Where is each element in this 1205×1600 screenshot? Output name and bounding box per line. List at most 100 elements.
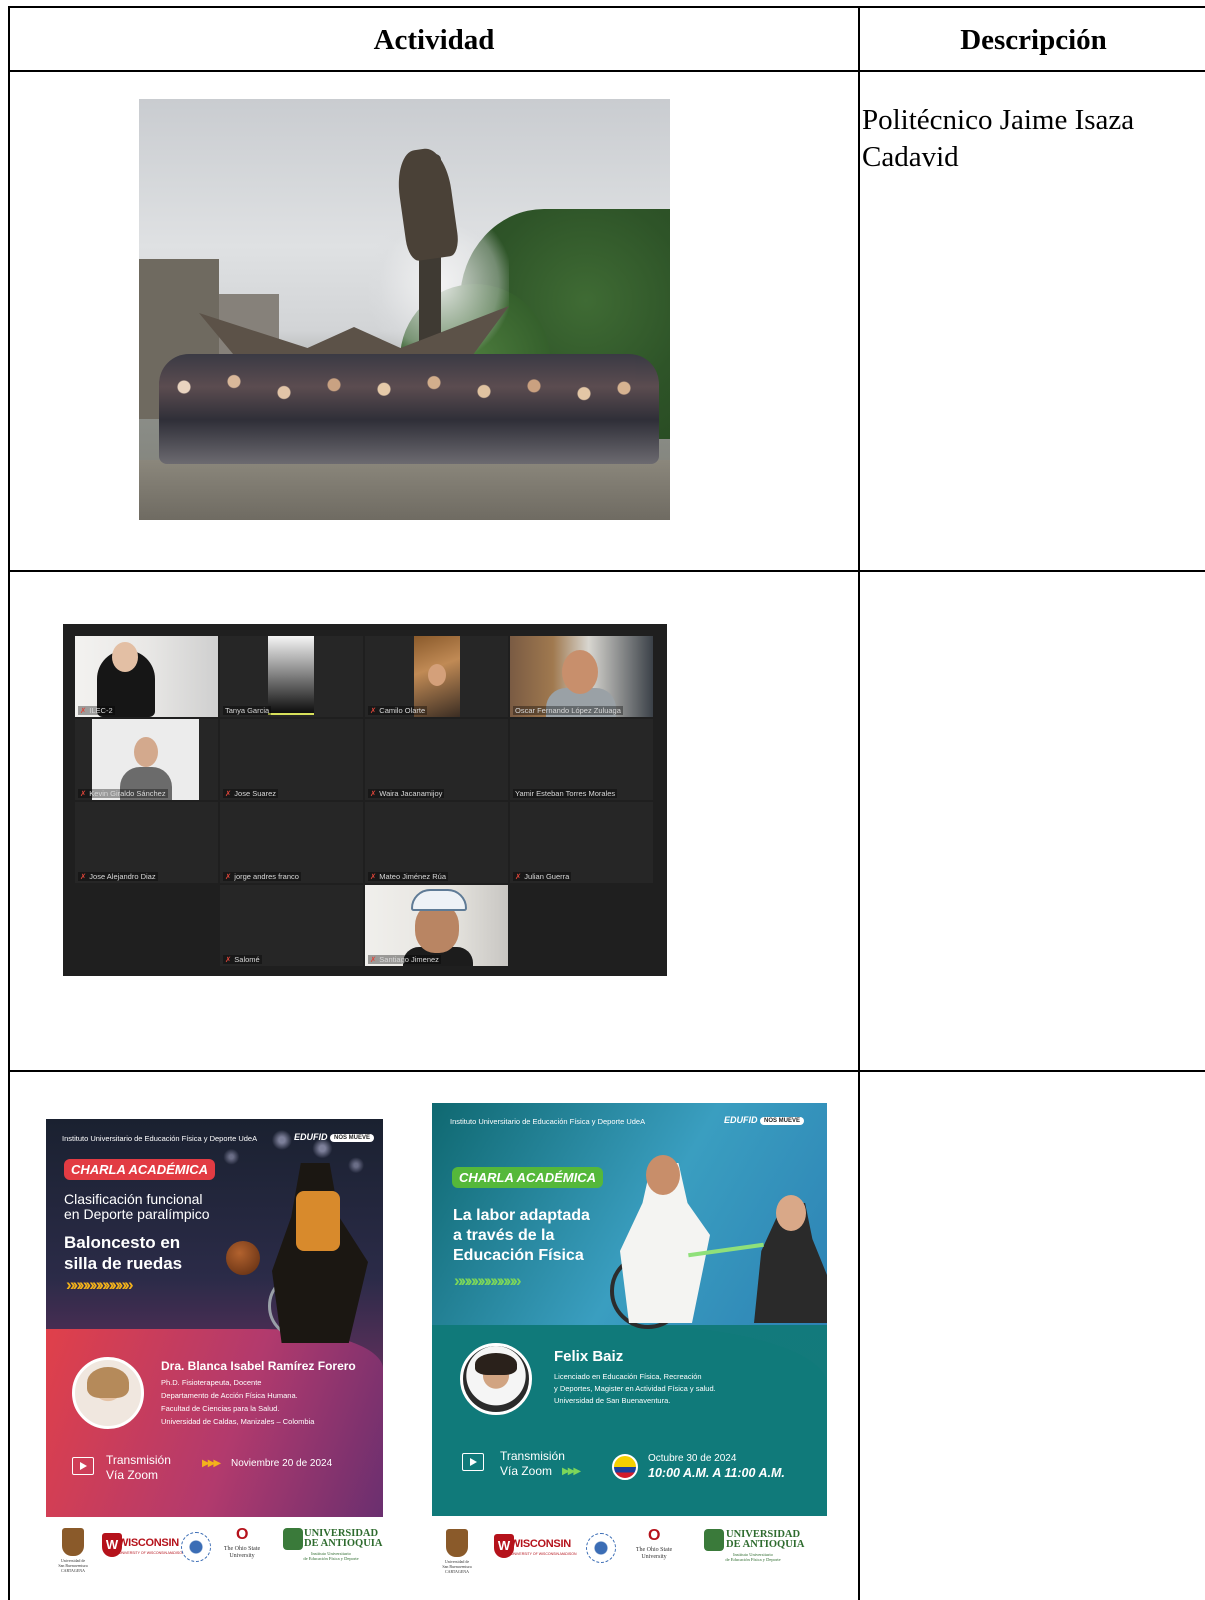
zoom-tile: Tanya Garcia (220, 636, 363, 717)
speaker-bio: y Deportes, Magister en Actividad Física… (554, 1384, 716, 1393)
zoom-tile-active-speaker: Oscar Fernando López Zuluaga (510, 636, 653, 717)
colombia-flag-icon (612, 1454, 638, 1480)
partner-logos: Universidad de San Buenaventura CARTAGENA … (442, 1527, 805, 1574)
ohio-state-logo: University (641, 1554, 667, 1560)
header-actividad: Actividad (373, 23, 495, 56)
header-descripcion: Descripción (960, 23, 1107, 56)
ohio-state-logo: The Ohio State (635, 1547, 673, 1553)
participant-name: Julian Guerra (524, 872, 570, 881)
poster-brand-tag: NOS MUEVE (330, 1134, 375, 1142)
muted-mic-icon: ✗ (370, 706, 377, 715)
zoom-tile-empty (510, 885, 653, 966)
poster-brand-tag: NOS MUEVE (760, 1117, 805, 1125)
university-seal-icon (586, 1533, 616, 1563)
udea-logo: DE ANTIOQUIA (726, 1539, 805, 1550)
zoom-tile: ✗ Jose Alejandro Diaz (75, 802, 218, 883)
speaker-bio: Licenciado en Educación Física, Recreaci… (554, 1372, 702, 1381)
table-column-divider (858, 8, 860, 1600)
zoom-tile: ✗ Camilo Olarte (365, 636, 508, 717)
zoom-tile: ✗ ILEC-2 (75, 636, 218, 717)
usb-logo (62, 1528, 84, 1556)
video-feed (92, 719, 199, 800)
poster-brand: EDUFID (294, 1132, 328, 1142)
speaker-bio: Facultad de Ciencias para la Salud. (161, 1404, 280, 1413)
poster-institute: Instituto Universitario de Educación Fís… (450, 1117, 646, 1126)
poster-brand: EDUFID (724, 1115, 758, 1125)
table-divider (10, 570, 1205, 572)
muted-mic-icon: ✗ (80, 706, 87, 715)
transmission-label: Vía Zoom (500, 1464, 553, 1478)
muted-mic-icon: ✗ (80, 789, 87, 798)
participant-name: Salomé (234, 955, 260, 964)
play-icon (72, 1457, 94, 1475)
table-divider (10, 1070, 1205, 1072)
speaker-name: Dra. Blanca Isabel Ramírez Forero (161, 1359, 356, 1373)
speaker-bio: Universidad de Caldas, Manizales – Colom… (161, 1417, 315, 1426)
participant-name: Santiago Jimenez (379, 955, 439, 964)
transmission-label: Transmisión (500, 1449, 565, 1463)
photo-ground (139, 460, 670, 520)
ohio-state-mark: O (648, 1527, 661, 1544)
poster-arrows: »»»»»»»»»» (454, 1271, 522, 1290)
poster-arrows: »»»»»»»»»» (66, 1275, 134, 1294)
poster-title: Educación Física (453, 1247, 584, 1264)
event-time: 10:00 A.M. A 11:00 A.M. (648, 1466, 785, 1480)
zoom-tile: ✗ jorge andres franco (220, 802, 363, 883)
poster-subtitle: en Deporte paralímpico (64, 1206, 210, 1222)
ohio-state-logo: University (229, 1553, 255, 1559)
udea-crest-icon (283, 1528, 303, 1550)
speaker-photo (72, 1357, 144, 1429)
video-feed (268, 636, 314, 715)
muted-mic-icon: ✗ (225, 789, 232, 798)
transmission-label: Vía Zoom (106, 1468, 159, 1482)
zoom-tile: ✗ Salomé (220, 885, 363, 966)
poster-baloncesto: Instituto Universitario de Educación Fís… (46, 1119, 383, 1600)
muted-mic-icon: ✗ (370, 872, 377, 881)
play-icon (462, 1453, 484, 1471)
wisconsin-sub: UNIVERSITY OF WISCONSIN-MADISON (511, 1552, 577, 1556)
wisconsin-sub: UNIVERSITY OF WISCONSIN-MADISON (119, 1551, 185, 1555)
photo-group-of-people (159, 354, 659, 464)
participant-name: Yamir Esteban Torres Morales (515, 789, 616, 798)
participant-name: jorge andres franco (234, 872, 299, 881)
muted-mic-icon: ✗ (370, 955, 377, 964)
video-feed (365, 885, 508, 966)
poster-subtitle: Clasificación funcional (64, 1191, 203, 1207)
zoom-tile: ✗ Santiago Jimenez (365, 885, 508, 966)
poster-title: Baloncesto en (64, 1233, 181, 1252)
event-date: Noviembre 20 de 2024 (231, 1458, 333, 1469)
video-feed (75, 636, 218, 717)
poster-title: La labor adaptada (453, 1207, 590, 1224)
participant-name: Camilo Olarte (379, 706, 426, 715)
video-feed (414, 636, 460, 717)
muted-mic-icon: ✗ (225, 955, 232, 964)
poster-badge: CHARLA ACADÉMICA (452, 1167, 603, 1188)
date-arrows: ▶▶▶ (202, 1458, 221, 1469)
wisconsin-logo: WISCONSIN (118, 1537, 179, 1549)
zoom-tile: Yamir Esteban Torres Morales (510, 719, 653, 800)
usb-logo (446, 1529, 468, 1557)
ohio-state-mark: O (236, 1526, 249, 1543)
zoom-tile: ✗ Kevin Giraldo Sánchez (75, 719, 218, 800)
row1-description: Politécnico Jaime Isaza Cadavid (862, 104, 1135, 173)
participant-name: Jose Alejandro Diaz (89, 872, 156, 881)
participant-name: Mateo Jiménez Rúa (379, 872, 446, 881)
zoom-tile: ✗ Julian Guerra (510, 802, 653, 883)
speaker-bio: Departamento de Acción Física Humana. (161, 1391, 298, 1400)
zoom-tile: ✗ Jose Suarez (220, 719, 363, 800)
zoom-tile: ✗ Waira Jacanamijoy (365, 719, 508, 800)
group-photo-fountain (139, 99, 670, 520)
speaker-bio: Ph.D. Fisioterapeuta, Docente (161, 1378, 262, 1387)
poster-title: a través de la (453, 1227, 555, 1244)
muted-mic-icon: ✗ (80, 872, 87, 881)
speaker-name: Felix Baiz (554, 1348, 624, 1365)
participant-name: Jose Suarez (234, 789, 276, 798)
zoom-meeting-screenshot: ✗ ILEC-2 Tanya Garcia ✗ Camilo Olarte Osca… (63, 624, 667, 976)
participant-name: Kevin Giraldo Sánchez (89, 789, 166, 798)
poster-labor-adaptada: Instituto Universitario de Educación Fís… (432, 1103, 827, 1600)
muted-mic-icon: ✗ (370, 789, 377, 798)
poster-institute: Instituto Universitario de Educación Fís… (62, 1134, 258, 1143)
zoom-tile-empty (75, 885, 218, 966)
transmission-label: Transmisión (106, 1453, 171, 1467)
university-seal-icon (181, 1532, 211, 1562)
